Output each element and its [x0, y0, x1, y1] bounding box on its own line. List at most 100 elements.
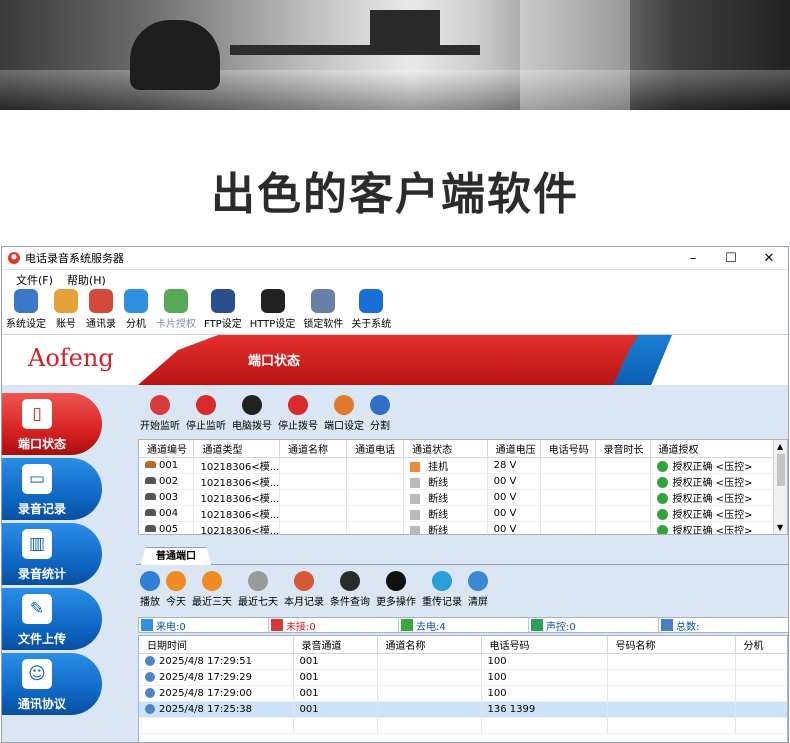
table-row[interactable]: 005 10218306<模... 断线 00 V 授权正确 <压控> — [139, 521, 787, 534]
action-label: 最近七天 — [238, 597, 278, 608]
toolbar-button-2[interactable]: 通讯录 — [86, 289, 116, 330]
cell-text: 2025/4/8 17:29:29 — [159, 671, 253, 683]
actions-button-0[interactable]: 开始监听 — [140, 395, 180, 432]
port-cell-number — [540, 505, 596, 522]
toolbar-button-1[interactable]: 账号 — [54, 289, 78, 330]
table-row[interactable]: 002 10218306<模... 断线 00 V 授权正确 <压控> — [139, 473, 787, 490]
record_actions-button-7[interactable]: 重传记录 — [422, 571, 462, 608]
actions-button-5[interactable]: 分割 — [370, 395, 390, 432]
record_actions-button-4[interactable]: 本月记录 — [284, 571, 324, 608]
scroll-up-icon[interactable]: ▲ — [777, 442, 783, 451]
split-icon — [370, 395, 390, 415]
photo-floor — [0, 70, 790, 110]
port-col-header[interactable]: 通道电话 — [346, 440, 405, 458]
actions-button-1[interactable]: 停止监听 — [186, 395, 226, 432]
table-row[interactable]: 2025/4/8 17:29:00 001 100 — [139, 685, 787, 702]
actions-button-2[interactable]: 电脑拨号 — [232, 395, 272, 432]
record-col-header[interactable]: 电话号码 — [481, 636, 608, 654]
port-cell-auth: 授权正确 <压控> — [650, 473, 787, 490]
calendar-30-icon — [294, 571, 314, 591]
broom-icon — [468, 571, 488, 591]
table-row[interactable]: 001 10218306<模... 挂机 28 V 授权正确 <压控> — [139, 457, 787, 474]
table-row[interactable]: 2025/4/8 17:29:51 001 100 — [139, 653, 787, 670]
nav-item-1[interactable]: ▭ 录音记录 — [2, 458, 102, 520]
record-cell-ext — [735, 701, 787, 718]
port-col-header[interactable]: 电话号码 — [540, 440, 596, 458]
port-col-header[interactable]: 通道状态 — [403, 440, 488, 458]
port-cell-number — [540, 473, 596, 490]
nav-item-4[interactable]: ☺ 通讯协议 — [2, 653, 102, 715]
port-cell-id: 002 — [139, 473, 195, 490]
port-cell-duration — [595, 505, 651, 522]
table-row[interactable]: 2025/4/8 17:29:29 001 100 — [139, 669, 787, 686]
line-status-icon — [410, 509, 421, 520]
more-icon — [386, 571, 406, 591]
table-row[interactable]: 004 10218306<模... 断线 00 V 授权正确 <压控> — [139, 505, 787, 522]
port-col-header[interactable]: 通道授权 — [650, 440, 787, 458]
wrench-icon: ✎ — [22, 594, 52, 624]
maximize-button[interactable]: ☐ — [712, 251, 750, 266]
toolbar-button-6[interactable]: HTTP设定 — [250, 289, 295, 330]
cell-text: 001 — [299, 655, 319, 667]
table-row[interactable]: 003 10218306<模... 断线 00 V 授权正确 <压控> — [139, 489, 787, 506]
menu-help[interactable]: 帮助(H) — [67, 272, 106, 288]
scroll-down-icon[interactable]: ▼ — [777, 523, 783, 532]
port-col-header[interactable]: 通道编号 — [139, 440, 195, 458]
port-table-scrollbar[interactable]: ▲ ▼ — [773, 440, 787, 534]
record_actions-button-2[interactable]: 最近三天 — [192, 571, 232, 608]
record-col-header[interactable]: 录音通道 — [293, 636, 378, 654]
port-cell-duration — [595, 457, 651, 474]
close-button[interactable]: ✕ — [750, 251, 788, 266]
stat-0: 来电:0 — [139, 618, 269, 633]
cell-text: 10218306<模... — [200, 477, 280, 489]
toolbar-button-5[interactable]: FTP设定 — [204, 289, 242, 330]
toolbar-button-8[interactable]: 关于系统 — [351, 289, 391, 330]
port-col-header[interactable]: 通道电压 — [487, 440, 541, 458]
lock-icon — [311, 289, 336, 313]
record-col-header[interactable]: 号码名称 — [607, 636, 736, 654]
record_actions-button-0[interactable]: 播放 — [140, 571, 160, 608]
minimize-button[interactable]: – — [674, 251, 712, 266]
toolbar-button-0[interactable]: 系统设定 — [6, 289, 46, 330]
record-cell-channel: 001 — [293, 653, 378, 670]
port-cell-name — [279, 505, 348, 522]
nav-item-0[interactable]: ▯ 端口状态 — [2, 393, 102, 455]
app-icon — [8, 252, 20, 264]
cell-text: 001 — [159, 459, 179, 471]
actions-button-4[interactable]: 端口设定 — [324, 395, 364, 432]
info-icon — [359, 289, 384, 313]
record_actions-button-3[interactable]: 最近七天 — [238, 571, 278, 608]
record_actions-button-1[interactable]: 今天 — [166, 571, 186, 608]
record-cell-datetime: 2025/4/8 17:25:38 — [139, 701, 294, 718]
nav-item-2[interactable]: ▥ 录音统计 — [2, 523, 102, 585]
toolbar-button-4[interactable]: 卡片授权 — [156, 289, 196, 330]
port-cell-phone — [346, 505, 405, 522]
record-col-header[interactable]: 通道名称 — [377, 636, 482, 654]
record_actions-button-5[interactable]: 条件查询 — [330, 571, 370, 608]
camera-icon — [150, 395, 170, 415]
actions-button-3[interactable]: 停止拨号 — [278, 395, 318, 432]
record_actions-button-8[interactable]: 清屏 — [468, 571, 488, 608]
record-col-header[interactable]: 分机 — [735, 636, 787, 654]
port-col-header[interactable]: 通道名称 — [279, 440, 348, 458]
record-col-header[interactable]: 日期时间 — [139, 636, 294, 654]
record-cell-name — [377, 685, 482, 702]
cell-text: 00 V — [493, 507, 517, 519]
port-cell-type: 10218306<模... — [193, 457, 280, 474]
menu-bar: 文件(F) 帮助(H) — [2, 269, 788, 289]
toolbar-label: 账号 — [56, 319, 76, 330]
port-cell-id: 004 — [139, 505, 195, 522]
menu-file[interactable]: 文件(F) — [16, 272, 53, 288]
table-row[interactable]: 2025/4/8 17:25:38 001 136 1399 — [139, 701, 787, 718]
toolbar-button-7[interactable]: 锁定软件 — [303, 289, 343, 330]
cell-text: 10218306<模... — [200, 493, 280, 505]
scroll-thumb[interactable] — [777, 454, 785, 486]
nav-item-3[interactable]: ✎ 文件上传 — [2, 588, 102, 650]
port-tabs: 普通端口 — [136, 545, 788, 565]
port-col-header[interactable]: 录音时长 — [595, 440, 651, 458]
port-cell-type: 10218306<模... — [193, 489, 280, 506]
record_actions-button-6[interactable]: 更多操作 — [376, 571, 416, 608]
tab-normal-port[interactable]: 普通端口 — [140, 547, 212, 565]
toolbar-button-3[interactable]: 分机 — [124, 289, 148, 330]
port-col-header[interactable]: 通道类型 — [193, 440, 280, 458]
